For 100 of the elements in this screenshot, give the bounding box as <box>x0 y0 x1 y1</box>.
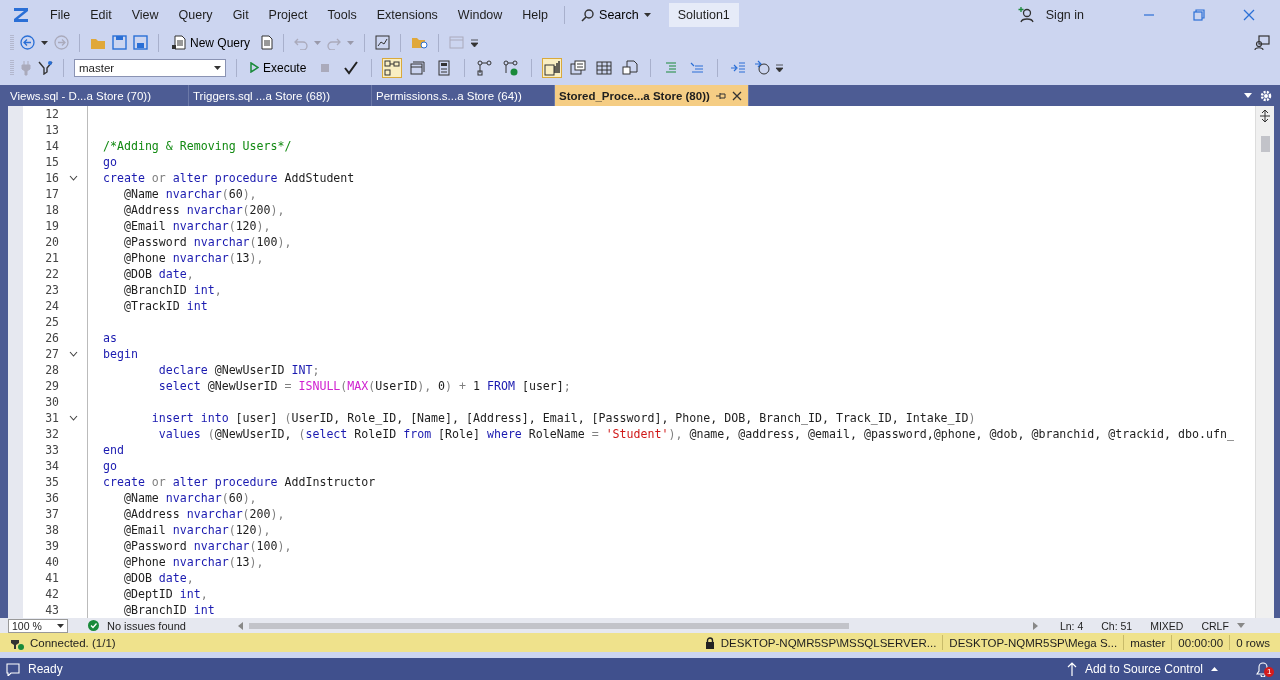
code-line: @DOB date, <box>122 266 194 282</box>
bell-icon[interactable] <box>1256 661 1270 677</box>
text-results-icon[interactable] <box>568 57 589 78</box>
connection-status: Connected. (1/1) <box>30 636 116 649</box>
line-number: 43 <box>44 603 59 617</box>
scroll-down-icon[interactable] <box>1236 623 1245 628</box>
code-line: @Password nvarchar(100), <box>122 538 292 554</box>
execute-button[interactable]: Execute <box>247 58 310 77</box>
server-name: DESKTOP-NQMR5SP\MSSQLSERVER... <box>720 636 937 649</box>
add-to-source-control-button[interactable]: Add to Source Control <box>1060 661 1224 677</box>
line-number: 41 <box>44 571 59 585</box>
code-line: declare @NewUserID INT; <box>157 362 320 378</box>
code-line: /*Adding & Removing Users*/ <box>103 138 292 154</box>
code-line: @Password nvarchar(100), <box>122 234 292 250</box>
line-number: 14 <box>44 139 59 153</box>
menu-item[interactable]: Edit <box>82 5 120 25</box>
document-tab[interactable]: Stored_Proce...a Store (80)) <box>555 85 749 106</box>
overflow-icon[interactable] <box>471 38 479 47</box>
line-indicator: Ln: 4 <box>1059 619 1084 632</box>
save-icon[interactable] <box>112 35 127 50</box>
menu-item[interactable]: Extensions <box>368 5 446 25</box>
caret-up-icon <box>1211 667 1218 671</box>
user-name: DESKTOP-NQMR5SP\Mega S... <box>949 636 1118 649</box>
code-line: @Email nvarchar(120), <box>122 218 271 234</box>
line-number: 29 <box>44 379 59 393</box>
menu-item[interactable]: Window <box>449 5 511 25</box>
caret-icon <box>214 65 221 70</box>
document-icon <box>172 35 186 50</box>
feedback-icon[interactable] <box>1254 34 1270 51</box>
row-count: 0 rows <box>1236 636 1270 649</box>
line-number: 16 <box>44 171 59 185</box>
scrollbar-thumb[interactable] <box>1260 136 1270 152</box>
zoom-dropdown[interactable]: 100 % <box>8 618 68 633</box>
parameters-icon[interactable] <box>754 59 771 76</box>
file-results-icon[interactable] <box>620 57 641 78</box>
code-line: insert into [user] (UserID, Role_ID, [Name], [Address], Email, [Password], Phone, DOB, Branch_ID, Track_ID, Intake_ID) <box>150 410 976 426</box>
grip-icon <box>10 58 14 77</box>
code-line: @BranchID int <box>122 602 215 618</box>
restore-icon[interactable] <box>1193 9 1205 21</box>
notification-badge: 1 <box>1264 666 1275 677</box>
line-number: 28 <box>44 363 59 377</box>
code-line: begin <box>103 346 138 362</box>
code-line: @BranchID int, <box>122 282 222 298</box>
code-line: as <box>103 330 117 346</box>
line-number: 20 <box>44 235 59 249</box>
chart-icon[interactable] <box>375 35 391 50</box>
line-number: 38 <box>44 523 59 537</box>
diagram-icon[interactable] <box>382 57 403 78</box>
menu-item[interactable]: Help <box>514 5 557 25</box>
sign-in-link[interactable]: Sign in <box>1045 8 1084 22</box>
issues-status: No issues found <box>107 619 186 632</box>
grip-icon <box>10 33 14 52</box>
collapse-icon[interactable] <box>68 175 78 181</box>
play-icon <box>250 62 259 73</box>
menu-item[interactable]: File <box>42 5 79 25</box>
filter-icon[interactable] <box>38 60 53 75</box>
folder-search-icon[interactable] <box>411 35 429 50</box>
overflow-icon[interactable] <box>776 63 784 72</box>
line-number: 23 <box>44 283 59 297</box>
document-icon[interactable] <box>259 35 274 50</box>
code-line: select @NewUserID = ISNULL(MAX(UserID), 0) + 1 FROM [user]; <box>157 378 571 394</box>
menu-item[interactable]: Tools <box>319 5 365 25</box>
menu-item[interactable]: Project <box>260 5 316 25</box>
new-query-button[interactable]: New Query <box>169 33 254 52</box>
dropdown-icon[interactable] <box>1244 93 1252 98</box>
database-dropdown[interactable]: master <box>74 58 226 77</box>
settings-icon[interactable] <box>1260 89 1272 102</box>
split-icon[interactable] <box>1259 110 1271 122</box>
menu-item[interactable]: Query <box>170 5 221 25</box>
line-number: 15 <box>44 155 59 169</box>
search-icon <box>581 8 595 22</box>
code-line: create or alter procedure AddInstructor <box>103 474 376 490</box>
code-line: @Name nvarchar(60), <box>122 186 257 202</box>
check-circle-icon <box>88 620 99 631</box>
caret-icon[interactable] <box>41 40 48 45</box>
encoding-indicator: MIXED <box>1150 619 1184 632</box>
menu-item[interactable]: Git <box>224 5 257 25</box>
line-number: 40 <box>44 555 59 569</box>
line-number: 35 <box>44 475 59 489</box>
collapse-icon[interactable] <box>68 351 78 357</box>
search-button[interactable]: Search <box>573 5 659 25</box>
line-number: 30 <box>44 395 59 409</box>
code-line: @Address nvarchar(200), <box>122 506 285 522</box>
back-icon[interactable] <box>20 35 35 50</box>
line-number: 27 <box>44 347 59 361</box>
line-number: 36 <box>44 491 59 505</box>
line-number: 17 <box>44 187 59 201</box>
bar-graph-icon[interactable] <box>542 57 563 78</box>
close-icon[interactable] <box>731 90 742 101</box>
line-ending-indicator: CRLF <box>1201 619 1229 632</box>
save-all-icon[interactable] <box>133 35 148 50</box>
line-number: 25 <box>44 315 59 329</box>
line-number: 19 <box>44 219 59 233</box>
line-number: 33 <box>44 443 59 457</box>
app-logo-icon <box>12 6 30 24</box>
menu-item[interactable]: View <box>123 5 167 25</box>
pin-icon[interactable] <box>715 91 726 100</box>
scroll-left-icon <box>237 621 243 630</box>
collapse-icon[interactable] <box>68 415 78 421</box>
person-add-icon[interactable] <box>1017 7 1034 23</box>
